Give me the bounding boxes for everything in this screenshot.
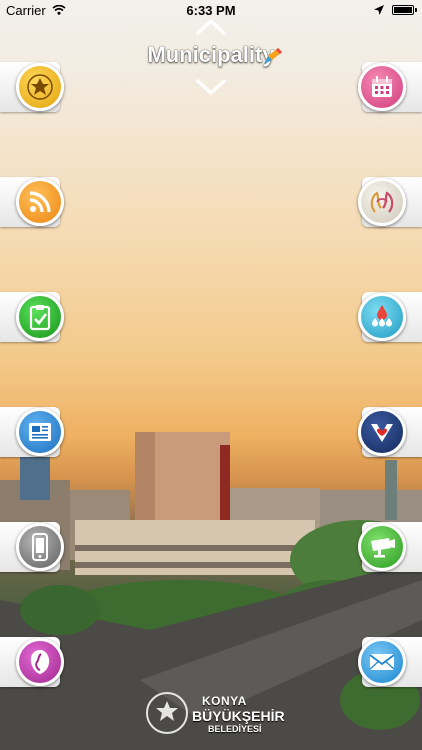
rss-icon <box>29 191 51 213</box>
location-arrow-icon <box>374 5 384 15</box>
newspaper-icon <box>29 423 51 441</box>
background-cityscape <box>0 0 422 750</box>
page-title: Municipality <box>147 42 275 67</box>
phone-button[interactable] <box>16 523 64 571</box>
chevron-up-icon[interactable] <box>195 18 227 36</box>
news-button[interactable] <box>16 408 64 456</box>
city-illustration <box>0 432 422 750</box>
camera-icon <box>371 538 395 558</box>
map-icon <box>30 650 50 674</box>
calendar-button[interactable] <box>358 63 406 111</box>
phone-icon <box>32 533 48 561</box>
rss-button[interactable] <box>16 178 64 226</box>
mail-icon <box>369 654 395 670</box>
municipality-logo: KONYA BÜYÜKŞEHİR BELEDİYESİ <box>146 692 286 736</box>
calendar-icon <box>372 76 392 97</box>
map-button[interactable] <box>16 638 64 686</box>
hands-logo-button[interactable] <box>358 178 406 226</box>
water-button[interactable] <box>358 293 406 341</box>
emblem-button[interactable] <box>16 63 64 111</box>
heart-v-button[interactable] <box>358 408 406 456</box>
battery-icon <box>392 5 417 15</box>
status-time: 6:33 PM <box>186 3 236 18</box>
hands-logo-icon <box>370 191 394 213</box>
chevron-down-icon[interactable] <box>195 78 227 96</box>
logo-line-3: BELEDİYESİ <box>208 724 262 734</box>
logo-line-1: KONYA <box>202 694 247 708</box>
seal-icon <box>146 692 188 734</box>
clipboard-button[interactable] <box>16 293 64 341</box>
emblem-icon <box>27 74 53 100</box>
pencil-icon <box>264 48 282 64</box>
camera-button[interactable] <box>358 523 406 571</box>
heart-v-icon <box>371 424 393 442</box>
logo-line-2: BÜYÜKŞEHİR <box>192 708 285 724</box>
water-icon <box>372 305 392 327</box>
clipboard-check-icon <box>29 305 51 331</box>
mail-button[interactable] <box>358 638 406 686</box>
